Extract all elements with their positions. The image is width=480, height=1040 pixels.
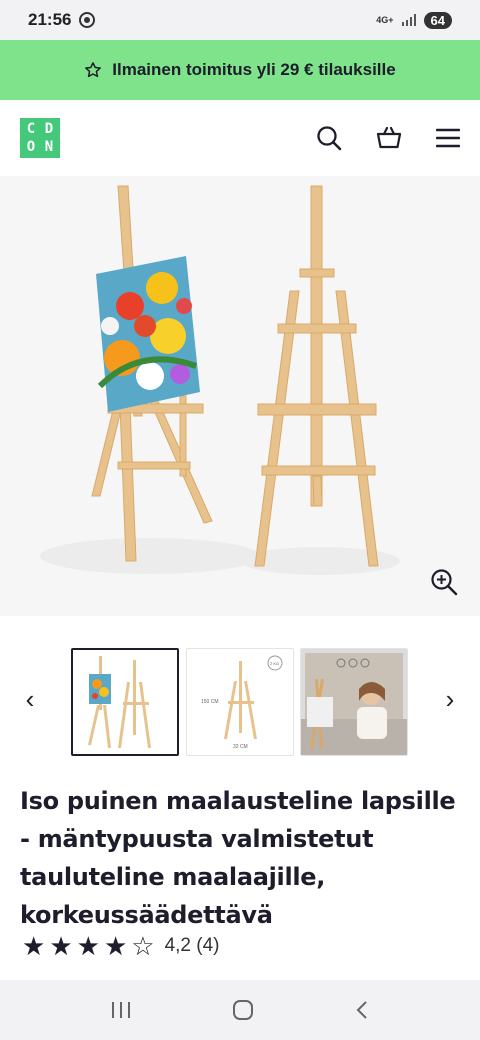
thumbnail-1[interactable] — [71, 648, 179, 756]
logo-letter: C — [26, 121, 36, 137]
dimension-width-label: 32 CM — [233, 744, 248, 750]
rating-text: 4,2 (4) — [164, 935, 220, 956]
logo-letter: O — [26, 139, 36, 155]
weight-label: 2 KG — [270, 661, 279, 666]
home-icon[interactable] — [232, 999, 254, 1021]
signal-icon — [401, 14, 416, 26]
status-time: 21:56 — [28, 10, 72, 29]
star-filled-icon: ★ — [22, 931, 46, 961]
next-arrow-icon[interactable]: › — [440, 684, 460, 715]
dimension-height-label: 150 CM — [201, 699, 219, 705]
painting — [96, 256, 200, 412]
back-icon[interactable] — [354, 999, 370, 1021]
status-indicators: 4G+ 64 — [376, 11, 452, 29]
recent-apps-icon[interactable] — [110, 1000, 132, 1020]
star-filled-icon: ★ — [76, 931, 100, 961]
network-label: 4G+ — [376, 14, 394, 25]
battery-indicator: 64 — [423, 11, 452, 29]
thumbnail-2[interactable]: 150 CM 32 CM 2 KG — [186, 648, 294, 756]
cdon-logo[interactable]: C D O N — [20, 118, 60, 158]
basket-icon[interactable] — [376, 125, 402, 151]
system-nav-bar — [0, 980, 480, 1040]
thumbnail-carousel: ‹ 150 CM 32 CM 2 KG › — [0, 640, 480, 760]
menu-icon[interactable] — [436, 127, 460, 149]
star-filled-icon: ★ — [103, 931, 128, 961]
logo-letter: D — [44, 121, 54, 137]
product-rating[interactable]: ★ ★ ★ ★ ☆ 4,2 (4) — [22, 932, 219, 960]
star-filled-icon: ★ — [49, 931, 73, 961]
star-outline-icon: ☆ — [131, 931, 155, 961]
status-bar: 21:56 4G+ 64 — [0, 0, 480, 40]
zoom-icon[interactable] — [430, 568, 458, 596]
header-actions — [316, 125, 460, 151]
prev-arrow-icon[interactable]: ‹ — [20, 684, 40, 715]
site-header: C D O N — [0, 100, 480, 176]
easel-illustration — [40, 185, 400, 575]
thumbnail-3[interactable] — [300, 648, 408, 756]
search-icon[interactable] — [316, 125, 342, 151]
product-main-image[interactable] — [0, 176, 480, 616]
product-title: Iso puinen maalausteline lapsille - mänt… — [20, 787, 456, 929]
whatsapp-icon — [79, 12, 96, 28]
logo-letter: N — [44, 139, 54, 155]
promo-banner[interactable]: Ilmainen toimitus yli 29 € tilauksille — [0, 40, 480, 100]
promo-text: Ilmainen toimitus yli 29 € tilauksille — [112, 60, 396, 79]
star-outline-icon — [85, 62, 102, 78]
